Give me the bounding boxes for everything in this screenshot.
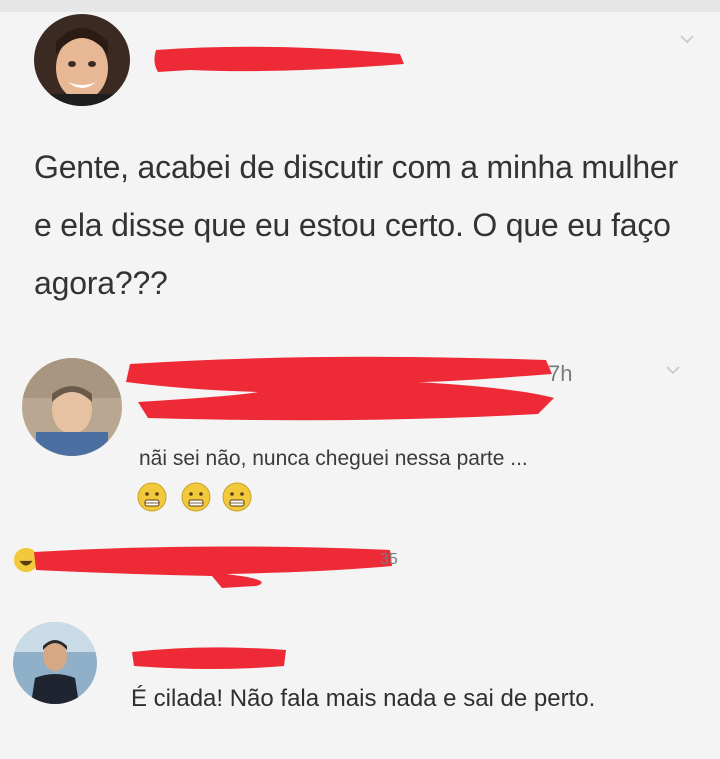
chevron-down-icon[interactable] — [680, 34, 694, 44]
grimacing-face-icon — [137, 482, 167, 512]
redacted-commenter-name — [126, 356, 554, 421]
comment1-author-avatar[interactable] — [22, 358, 122, 456]
post-author-avatar[interactable] — [34, 14, 130, 106]
comment1-text: nãi sei não, nunca cheguei nessa parte .… — [139, 447, 528, 470]
redacted-commenter-name — [132, 647, 286, 669]
reactions-count: 35 — [380, 551, 398, 568]
grimacing-face-icon — [222, 482, 252, 512]
grimacing-face-icon — [181, 482, 211, 512]
comment2-author-avatar[interactable] — [13, 622, 97, 704]
redacted-reactions-summary — [34, 546, 392, 588]
chevron-down-icon[interactable] — [666, 365, 680, 375]
redacted-author-name — [154, 46, 404, 72]
top-edge — [0, 0, 720, 12]
comment1-timestamp: 7h — [548, 361, 573, 386]
comment2-text: É cilada! Não fala mais nada e sai de pe… — [131, 685, 596, 712]
post-text: Gente, acabei de discutir com a minha mu… — [34, 149, 678, 301]
